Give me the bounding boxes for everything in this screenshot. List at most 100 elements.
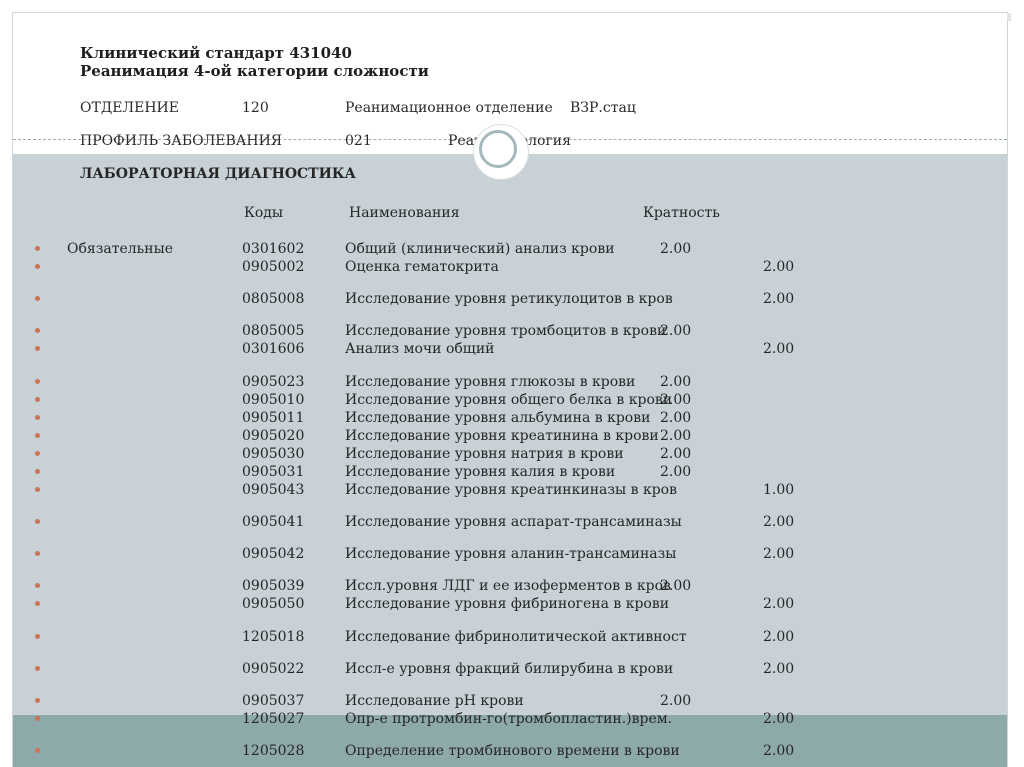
department-name: Реанимационное отделение — [345, 100, 553, 116]
bullet-icon — [35, 451, 40, 456]
lab-test-row: 0301606 Анализ мочи общий 2.00 — [0, 340, 1024, 358]
test-name: Иссл.уровня ЛДГ и ее изоферментов в кров — [345, 578, 671, 594]
test-name: Общий (клинический) анализ крови — [345, 241, 615, 257]
test-name: Исследование уровня креатинкиназы в кров — [345, 482, 677, 498]
lab-test-row: 0905010 Исследование уровня общего белка … — [0, 391, 1024, 409]
column-header-frequency: Кратность — [643, 205, 720, 221]
bullet-icon — [35, 469, 40, 474]
test-code: 0905023 — [242, 374, 305, 390]
bullet-icon — [35, 551, 40, 556]
test-name: Оценка гематокрита — [345, 259, 499, 275]
profile-code: 021 — [345, 133, 372, 149]
lab-test-row: 0905002 Оценка гематокрита 2.00 — [0, 258, 1024, 276]
test-frequency: 2.00 — [763, 514, 795, 530]
test-code: 0905011 — [242, 410, 305, 426]
test-code: 0905030 — [242, 446, 305, 462]
test-code: 0905022 — [242, 661, 305, 677]
lab-test-row: 1205027 Опр-е протромбин-го(тромбопластин… — [0, 710, 1024, 728]
test-frequency: 2.00 — [763, 629, 795, 645]
bullet-icon — [35, 346, 40, 351]
lab-test-row: 0905031 Исследование уровня калия в крови… — [0, 463, 1024, 481]
bullet-icon — [35, 379, 40, 384]
test-frequency: 2.00 — [660, 374, 692, 390]
test-frequency: 2.00 — [763, 743, 795, 759]
test-frequency: 2.00 — [660, 693, 692, 709]
test-frequency: 2.00 — [660, 392, 692, 408]
test-code: 0905037 — [242, 693, 305, 709]
lab-test-row: 0905037 Исследование pH крови 2.00 — [0, 692, 1024, 710]
test-name: Опр-е протромбин-го(тромбопластин.)врем. — [345, 711, 673, 727]
bullet-icon — [35, 328, 40, 333]
test-code: 0301602 — [242, 241, 305, 257]
test-frequency: 2.00 — [660, 410, 692, 426]
test-frequency: 2.00 — [660, 428, 692, 444]
lab-test-row: 0905023 Исследование уровня глюкозы в кро… — [0, 373, 1024, 391]
lab-test-row: 0905039 Иссл.уровня ЛДГ и ее изоферментов… — [0, 577, 1024, 595]
test-frequency: 2.00 — [763, 259, 795, 275]
profile-label: ПРОФИЛЬ ЗАБОЛЕВАНИЯ — [80, 133, 283, 149]
test-name: Исследование уровня альбумина в крови — [345, 410, 651, 426]
test-code: 0905002 — [242, 259, 305, 275]
test-frequency: 1.00 — [763, 482, 795, 498]
test-name: Исследование уровня тромбоцитов в крови — [345, 323, 667, 339]
test-name: Исследование уровня фибриногена в крови — [345, 596, 670, 612]
lab-test-row: 1205028 Определение тромбинового времени … — [0, 742, 1024, 760]
test-name: Исследование уровня глюкозы в крови — [345, 374, 636, 390]
test-name: Исследование pH крови — [345, 693, 524, 709]
test-name: Исследование уровня креатинина в крови — [345, 428, 659, 444]
test-code: 0905042 — [242, 546, 305, 562]
bullet-icon — [35, 519, 40, 524]
test-frequency: 2.00 — [660, 446, 692, 462]
document-subtitle: Реанимация 4-ой категории сложности — [80, 62, 429, 80]
lab-test-row: Обязательные 0301602 Общий (клинический) а… — [0, 240, 1024, 258]
bullet-icon — [35, 415, 40, 420]
column-header-codes: Коды — [244, 205, 284, 221]
bullet-icon — [35, 397, 40, 402]
lab-test-row: 0905042 Исследование уровня аланин-транса… — [0, 545, 1024, 563]
test-frequency: 2.00 — [763, 341, 795, 357]
test-name: Исследование уровня аланин-трансаминазы — [345, 546, 677, 562]
lab-test-row: 0905041 Исследование уровня аспарат-транс… — [0, 513, 1024, 531]
test-name: Определение тромбинового времени в крови — [345, 743, 680, 759]
test-name: Исследование уровня натрия в крови — [345, 446, 624, 462]
bullet-icon — [35, 748, 40, 753]
test-frequency: 2.00 — [763, 291, 795, 307]
bullet-icon — [35, 698, 40, 703]
test-name: Иссл-е уровня фракций билирубина в крови — [345, 661, 674, 677]
test-code: 1205028 — [242, 743, 305, 759]
bullet-icon — [35, 264, 40, 269]
lab-test-row: 0805005 Исследование уровня тромбоцитов в… — [0, 322, 1024, 340]
bullet-icon — [35, 666, 40, 671]
bullet-icon — [35, 296, 40, 301]
test-code: 0905039 — [242, 578, 305, 594]
test-name: Анализ мочи общий — [345, 341, 495, 357]
test-name: Исследование уровня ретикулоцитов в кров — [345, 291, 673, 307]
test-code: 0905043 — [242, 482, 305, 498]
lab-test-row: 0905011 Исследование уровня альбумина в к… — [0, 409, 1024, 427]
lab-test-row: 0905022 Иссл-е уровня фракций билирубина … — [0, 660, 1024, 678]
department-label: ОТДЕЛЕНИЕ — [80, 100, 179, 116]
lab-test-row: 0905050 Исследование уровня фибриногена в… — [0, 595, 1024, 613]
bullet-icon — [35, 433, 40, 438]
bullet-icon — [35, 246, 40, 251]
test-code: 0301606 — [242, 341, 305, 357]
test-code: 0905031 — [242, 464, 305, 480]
test-code: 1205027 — [242, 711, 305, 727]
test-code: 0905010 — [242, 392, 305, 408]
bullet-icon — [35, 601, 40, 606]
test-name: Исследование уровня калия в крови — [345, 464, 616, 480]
test-frequency: 2.00 — [660, 323, 692, 339]
test-frequency: 2.00 — [660, 464, 692, 480]
required-label: Обязательные — [67, 241, 174, 257]
department-code: 120 — [242, 100, 269, 116]
test-code: 0905050 — [242, 596, 305, 612]
section-title: ЛАБОРАТОРНАЯ ДИАГНОСТИКА — [80, 166, 356, 182]
bullet-icon — [35, 634, 40, 639]
test-frequency: 2.00 — [660, 578, 692, 594]
department-type: ВЗР.стац — [570, 100, 636, 116]
corner-accent — [1007, 13, 1011, 21]
lab-test-row: 0905020 Исследование уровня креатинина в … — [0, 427, 1024, 445]
lab-test-row: 0805008 Исследование уровня ретикулоцитов… — [0, 290, 1024, 308]
column-header-names: Наименования — [349, 205, 460, 221]
test-code: 0905041 — [242, 514, 305, 530]
